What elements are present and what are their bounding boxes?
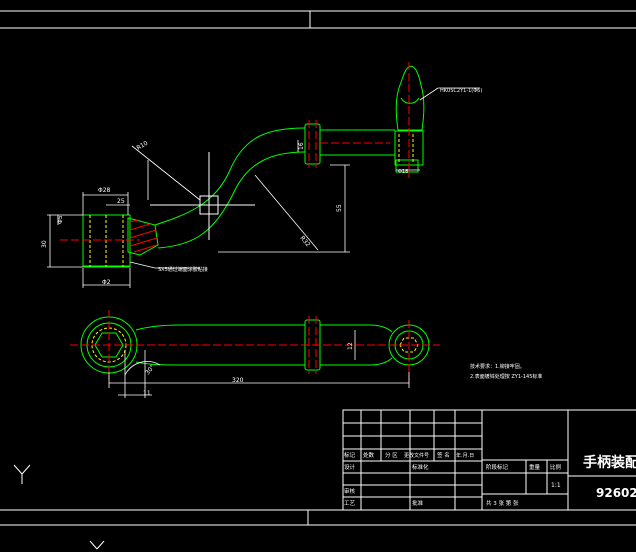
dim-phi2: Φ2 (102, 279, 111, 286)
ucs-icon (13, 464, 105, 550)
label-count: 处数 (363, 451, 375, 459)
label-mark: 标记 (344, 451, 356, 459)
callout-boss-note: SX5通过端面涂胶粘接 (158, 266, 208, 273)
tech-req-line-1: 技术要求：1.铆接牢固。 (470, 363, 525, 370)
title-block-labels: 标记 处数 分 区 更改文件号 签 名 年.月.日 设计 标准化 阶段标记 重量… (344, 451, 636, 507)
label-process: 工艺 (344, 500, 356, 507)
scale-value: 1:1 (551, 482, 561, 489)
front-view: R10 Φ28 25 Φ5 30 Φ2 55 R32 16 HK05C2Y1-1… (41, 62, 482, 288)
drawing-number: 92602 (596, 486, 636, 500)
dim-320: 320 (232, 377, 244, 384)
dim-30: 30 (41, 240, 48, 248)
tech-requirements: 技术要求：1.铆接牢固。 2.表面镀锌处理按 ZY1-145标准 (470, 363, 542, 380)
dim-25: 25 (117, 198, 125, 205)
dim-16: 16 (298, 142, 305, 150)
label-change-doc: 更改文件号 (404, 452, 429, 459)
dim-r32: R32 (298, 235, 311, 249)
label-standardization: 标准化 (412, 463, 429, 471)
sheet-text: 共 3 张 第 张 (486, 499, 519, 507)
label-designer: 设计 (344, 463, 356, 471)
tech-req-line-2: 2.表面镀锌处理按 ZY1-145标准 (470, 373, 542, 380)
label-reviewer: 审核 (344, 487, 356, 495)
dim-phi18: Φ18 (398, 169, 408, 175)
dim-phi28: Φ28 (98, 187, 111, 194)
label-sign: 签 名 (437, 451, 450, 459)
callout-handle: HK05C2Y1-1(Φ6) (440, 88, 482, 94)
dim-phi5: Φ5 (57, 215, 64, 224)
top-view: 320 30° 11 12 (70, 310, 440, 398)
cad-drawing-canvas[interactable]: R10 Φ28 25 Φ5 30 Φ2 55 R32 16 HK05C2Y1-1… (0, 0, 636, 552)
label-approve: 批准 (412, 499, 424, 507)
drawing-frame (0, 10, 636, 526)
dim-12: 12 (347, 342, 354, 350)
dim-55: 55 (336, 204, 343, 212)
label-stage-mark: 阶段标记 (486, 463, 509, 471)
label-weight: 重量 (529, 463, 541, 471)
dim-11: 11 (143, 390, 151, 397)
drawing-title: 手柄装配图 (583, 454, 636, 471)
label-date: 年.月.日 (456, 452, 474, 459)
dim-30deg: 30° (144, 364, 156, 377)
label-zone: 分 区 (385, 451, 398, 459)
label-scale: 比例 (550, 463, 562, 471)
dim-r10: R10 (136, 140, 150, 152)
